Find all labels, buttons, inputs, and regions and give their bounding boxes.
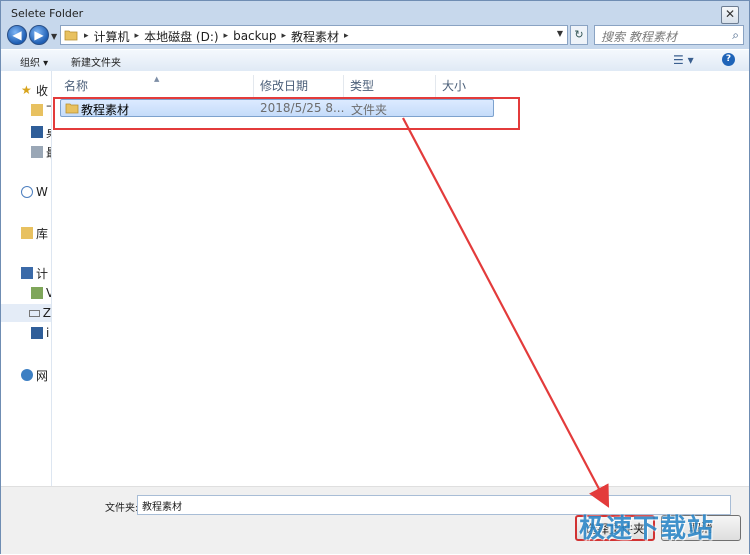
window-title: Selete Folder <box>11 7 84 20</box>
cloud-icon <box>21 186 33 198</box>
desktop-icon <box>31 126 43 138</box>
sidebar-item-label: Z <box>42 306 51 320</box>
file-list: 名称 ▲ 修改日期 类型 大小 教程素材 2018/5/25 8... 文件夹 <box>58 71 734 486</box>
sidebar-item-drive-c[interactable]: V <box>31 284 51 302</box>
download-folder-icon <box>31 104 43 116</box>
breadcrumb-local-disk-d[interactable]: 本地磁盘 (D:) <box>140 28 222 45</box>
command-toolbar: 组织 ▾ 新建文件夹 ☰ ▾ ? <box>1 49 749 73</box>
sidebar-item-label: 计 <box>36 266 49 281</box>
folder-icon <box>64 30 78 41</box>
pane-divider[interactable] <box>51 71 52 486</box>
drive-icon <box>31 327 43 339</box>
sidebar-item-favorites[interactable]: ★ 收 <box>21 81 48 99</box>
address-bar[interactable]: ▸ 计算机 ▸ 本地磁盘 (D:) ▸ backup ▸ 教程素材 ▸ ▼ <box>60 25 568 45</box>
drive-c-icon <box>31 287 43 299</box>
breadcrumb-separator-icon[interactable]: ▸ <box>343 31 350 41</box>
forward-button[interactable]: ▶ <box>29 25 49 45</box>
close-icon: ✕ <box>724 7 736 21</box>
sidebar-item-label: i <box>46 326 50 340</box>
column-header-row: 名称 ▲ 修改日期 类型 大小 <box>58 75 734 97</box>
search-icon[interactable]: ⌕ <box>732 28 739 43</box>
organize-menu[interactable]: 组织 ▾ <box>20 54 48 69</box>
sidebar-item-label: 网 <box>36 368 49 383</box>
sidebar-item-libraries[interactable]: 库 <box>21 224 48 242</box>
search-input[interactable]: 搜索 教程素材 ⌕ <box>594 25 744 45</box>
address-dropdown-icon[interactable]: ▼ <box>557 29 563 38</box>
sidebar-item-drive[interactable]: i <box>31 324 49 342</box>
sort-ascending-icon: ▲ <box>154 75 160 83</box>
sidebar-item-label: 库 <box>36 226 49 241</box>
sidebar-item-label: 收 <box>36 83 49 98</box>
sidebar-item-cloud[interactable]: W <box>21 183 48 201</box>
computer-icon <box>21 267 33 279</box>
watermark-text: 极速下载站 <box>579 514 715 544</box>
recent-locations-dropdown-icon[interactable]: ▼ <box>51 32 57 41</box>
network-icon <box>21 369 33 381</box>
sidebar-item-downloads[interactable]: 下 <box>31 101 51 119</box>
back-arrow-icon: ◀ <box>12 28 22 42</box>
navigation-bar: ◀ ▶ ▼ ▸ 计算机 ▸ 本地磁盘 (D:) ▸ backup ▸ 教程素材 … <box>1 23 749 49</box>
folder-label: 文件夹: <box>105 503 139 514</box>
help-icon[interactable]: ? <box>722 53 735 66</box>
refresh-button[interactable]: ↻ <box>570 25 588 45</box>
recent-places-icon <box>31 146 43 158</box>
dialog-window: Selete Folder ✕ ◀ ▶ ▼ ▸ 计算机 ▸ 本地磁盘 (D:) … <box>0 0 750 554</box>
column-header-size[interactable]: 大小 <box>436 75 496 97</box>
drive-d-icon <box>29 309 40 317</box>
column-header-modified[interactable]: 修改日期 <box>254 75 344 97</box>
vertical-scrollbar[interactable] <box>734 71 749 486</box>
column-header-type[interactable]: 类型 <box>344 75 436 97</box>
search-placeholder: 搜索 教程素材 <box>601 30 677 44</box>
refresh-icon: ↻ <box>574 28 584 41</box>
sidebar-item-label: W <box>36 185 48 199</box>
breadcrumb-computer[interactable]: 计算机 <box>90 28 134 45</box>
star-icon: ★ <box>21 83 32 97</box>
annotation-highlight-box <box>53 97 520 130</box>
breadcrumb-backup[interactable]: backup <box>229 29 280 43</box>
sidebar-item-network[interactable]: 网 <box>21 366 48 384</box>
breadcrumb: ▸ 计算机 ▸ 本地磁盘 (D:) ▸ backup ▸ 教程素材 ▸ <box>83 28 350 44</box>
content-area: ★收 下 桌 最 W 库 计 V Z <box>1 71 749 486</box>
sidebar-item-drive-d[interactable]: Z <box>1 304 51 322</box>
forward-arrow-icon: ▶ <box>34 28 44 42</box>
navigation-pane: ★收 下 桌 最 W 库 计 V Z <box>1 71 51 486</box>
sidebar-item-computer[interactable]: 计 <box>21 264 48 282</box>
sidebar-item-recent[interactable]: 最 <box>31 143 51 161</box>
breadcrumb-tutorial-materials[interactable]: 教程素材 <box>287 28 343 45</box>
back-button[interactable]: ◀ <box>7 25 27 45</box>
new-folder-button[interactable]: 新建文件夹 <box>71 54 121 69</box>
view-options-icon[interactable]: ☰ ▾ <box>673 53 694 67</box>
sidebar-item-desktop[interactable]: 桌 <box>31 123 51 141</box>
close-button[interactable]: ✕ <box>721 6 739 24</box>
library-icon <box>21 227 33 239</box>
